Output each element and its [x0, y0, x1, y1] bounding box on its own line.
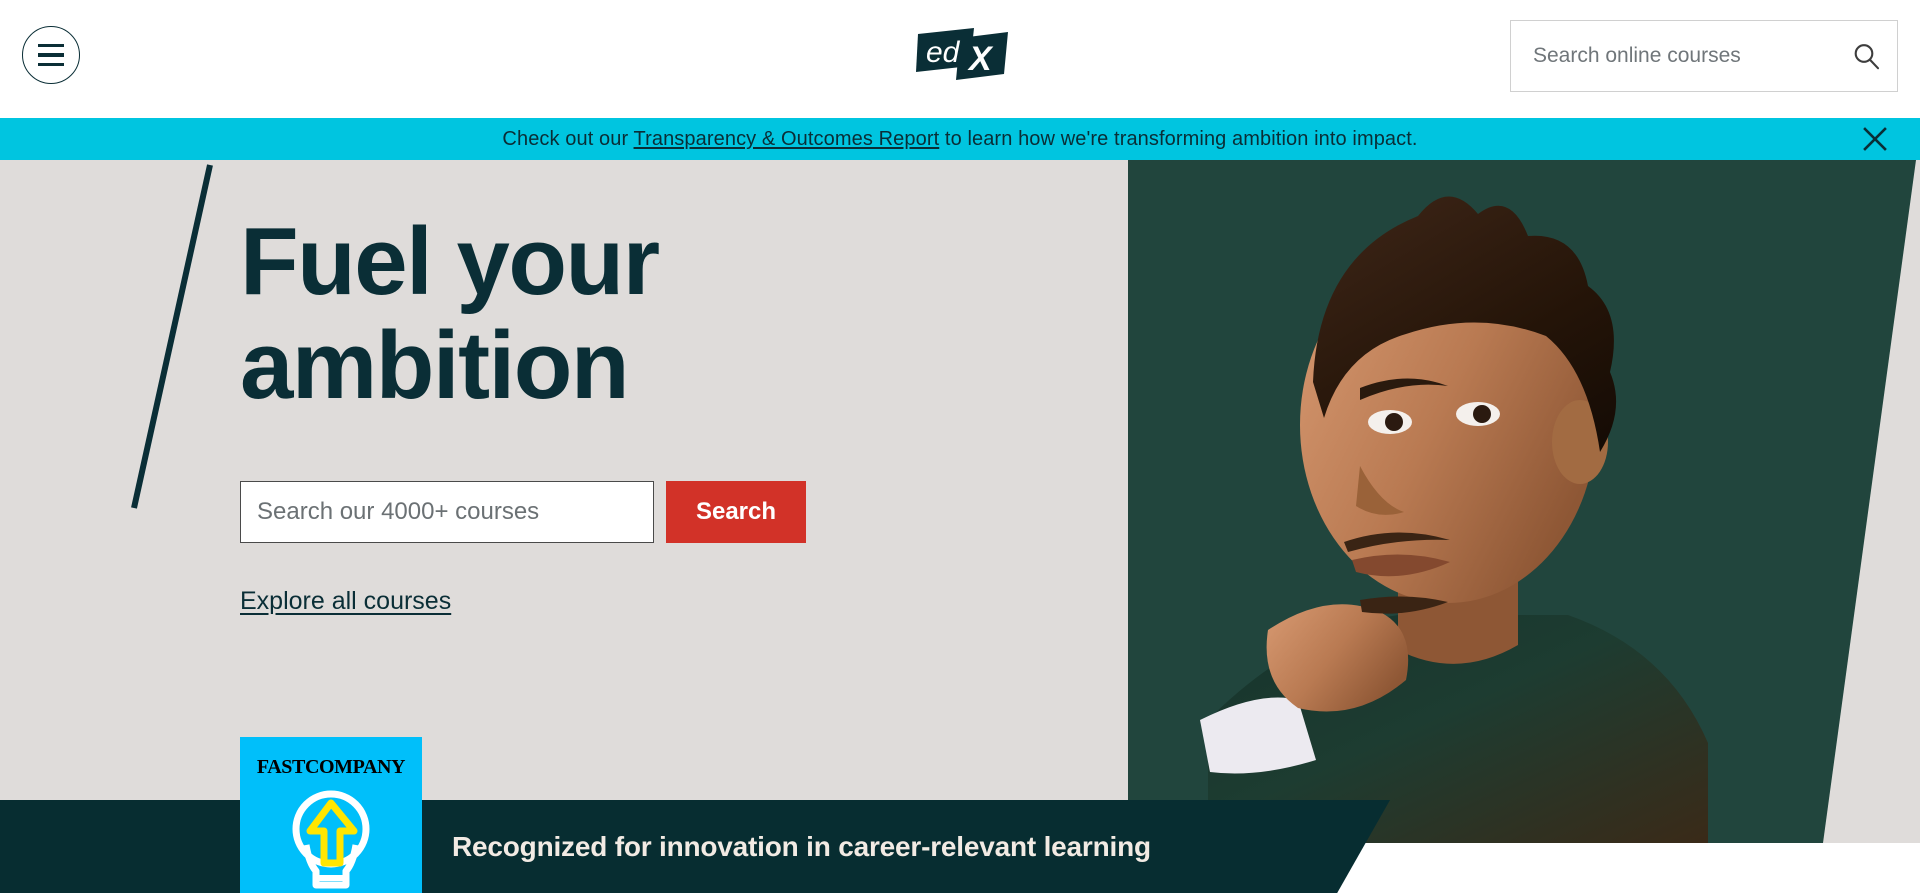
header-search-input[interactable] — [1511, 44, 1835, 68]
hamburger-menu-button[interactable] — [22, 26, 80, 84]
hero-person-photo — [1148, 160, 1788, 843]
explore-all-courses-link[interactable]: Explore all courses — [240, 587, 451, 616]
close-icon[interactable] — [1858, 122, 1892, 156]
lightbulb-icon — [292, 790, 370, 889]
hero-content: Fuel your ambition Search Explore all co… — [240, 210, 806, 616]
promo-banner: Check out our Transparency & Outcomes Re… — [0, 118, 1920, 160]
hero-right-wedge — [1823, 160, 1920, 843]
svg-text:X: X — [967, 40, 994, 78]
hamburger-bar — [38, 62, 64, 67]
edx-logo[interactable]: ed X — [916, 24, 1008, 80]
hero-title-line-2: ambition — [240, 311, 629, 419]
award-banner-headline: Recognized for innovation in career-rele… — [452, 830, 1151, 862]
header-search-box[interactable] — [1510, 20, 1898, 92]
hero-search-button[interactable]: Search — [666, 481, 806, 544]
promo-text-after: to learn how we're transforming ambition… — [939, 127, 1418, 150]
hero-search-input[interactable] — [240, 481, 654, 544]
fast-company-badge: FASTCOMPANY — [240, 737, 422, 893]
hamburger-bar — [38, 53, 64, 57]
svg-text:ed: ed — [926, 36, 961, 69]
hero-photo-panel — [1128, 160, 1920, 843]
promo-text-before: Check out our — [502, 127, 634, 150]
hamburger-bar — [38, 43, 64, 48]
search-icon[interactable] — [1835, 41, 1897, 71]
transparency-report-link[interactable]: Transparency & Outcomes Report — [634, 128, 940, 150]
promo-banner-text: Check out our Transparency & Outcomes Re… — [502, 128, 1417, 151]
hero-diagonal-accent — [128, 160, 238, 520]
hero-title: Fuel your ambition — [240, 210, 806, 417]
award-banner: Recognized for innovation in career-rele… — [0, 800, 1390, 893]
hero-search-row: Search — [240, 481, 806, 544]
site-header: ed X — [0, 0, 1920, 118]
hero-title-line-1: Fuel your — [240, 208, 660, 315]
fast-company-wordmark: FASTCOMPANY — [256, 756, 406, 778]
